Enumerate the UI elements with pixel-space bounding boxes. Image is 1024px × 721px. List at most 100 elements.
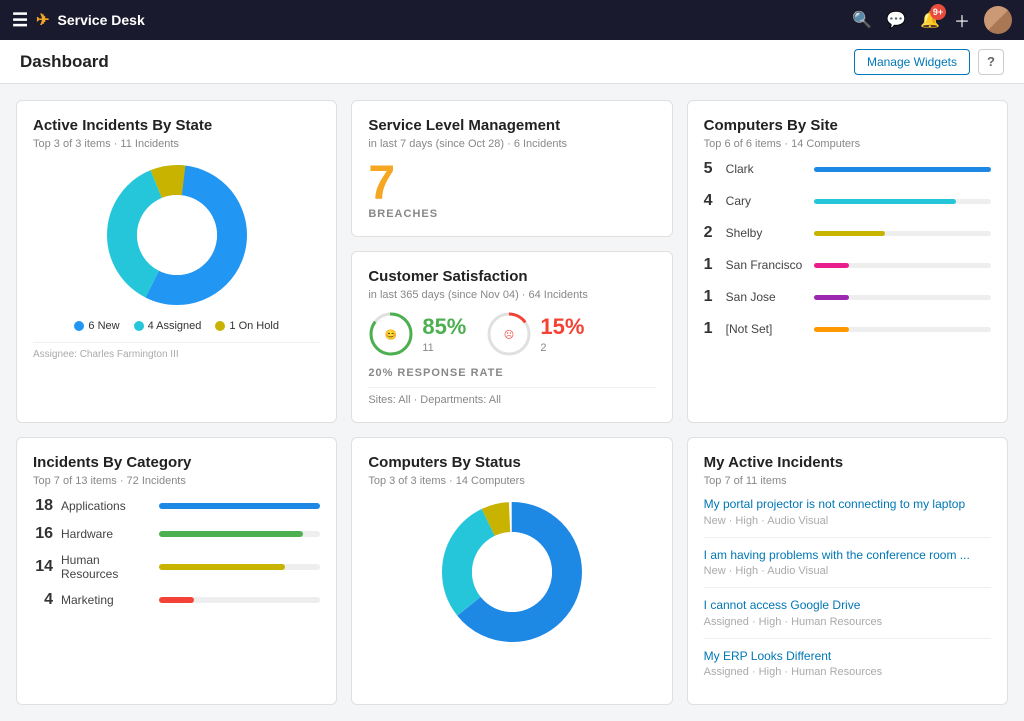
csat-subtitle: in last 365 days (since Nov 04) · 64 Inc…: [368, 289, 655, 301]
site-label-sj: San Jose: [726, 290, 806, 304]
site-label-cary: Cary: [726, 194, 806, 208]
csat-negative-pct: 15%: [540, 314, 584, 340]
incident-meta-3: Assigned · High · Human Resources: [704, 616, 991, 628]
incident-meta-1: New · High · Audio Visual: [704, 515, 991, 527]
category-num-applications: 18: [33, 497, 53, 515]
site-num-clark: 5: [704, 160, 718, 178]
csat-filters: Sites: All · Departments: All: [368, 387, 655, 406]
active-incidents-title: Active Incidents By State: [33, 117, 320, 134]
computers-by-status-title: Computers By Status: [368, 454, 655, 471]
site-row-sf: 1 San Francisco: [704, 256, 991, 274]
incidents-by-category-subtitle: Top 7 of 13 items · 72 Incidents: [33, 475, 320, 487]
csat-negative-circle: ☹: [486, 311, 532, 357]
category-bar-hardware: [159, 531, 320, 537]
my-active-incidents-subtitle: Top 7 of 11 items: [704, 475, 991, 487]
legend-onhold-label: 1 On Hold: [229, 320, 279, 332]
header-actions: Manage Widgets ?: [854, 49, 1004, 75]
incident-title-1[interactable]: My portal projector is not connecting to…: [704, 497, 991, 513]
plus-icon[interactable]: ＋: [954, 8, 970, 32]
donut-chart-wrap: 6 New 4 Assigned 1 On Hold: [33, 160, 320, 332]
legend-assigned-label: 4 Assigned: [148, 320, 202, 332]
svg-text:😊: 😊: [385, 329, 397, 341]
active-incidents-card: Active Incidents By State Top 3 of 3 ite…: [16, 100, 337, 423]
donut-chart-svg: [92, 160, 262, 310]
site-bar-sf: [814, 263, 991, 268]
brand-icon: ✈: [36, 10, 49, 30]
csat-footer: 20% RESPONSE RATE: [368, 367, 655, 379]
site-num-shelby: 2: [704, 224, 718, 242]
site-label-clark: Clark: [726, 162, 806, 176]
category-bar-marketing: [159, 597, 320, 603]
csat-negative-count: 2: [540, 342, 584, 354]
site-bar-clark: [814, 167, 991, 172]
category-bar-hr: [159, 564, 320, 570]
category-label-hr: Human Resources: [61, 553, 151, 581]
help-button[interactable]: ?: [978, 49, 1004, 75]
site-num-sf: 1: [704, 256, 718, 274]
svg-text:☹: ☹: [504, 329, 514, 341]
site-label-notset: [Not Set]: [726, 322, 806, 336]
search-icon[interactable]: 🔍: [852, 10, 872, 30]
brand: ☰ ✈ Service Desk: [12, 10, 842, 31]
bell-icon[interactable]: 🔔 9+: [920, 10, 940, 30]
site-row-notset: 1 [Not Set]: [704, 320, 991, 338]
bell-badge: 9+: [930, 4, 946, 20]
category-label-hardware: Hardware: [61, 527, 151, 541]
computers-by-site-list: 5 Clark 4 Cary 2 Shelby 1 San Francisco: [704, 160, 991, 338]
csat-positive-pct: 85%: [422, 314, 466, 340]
category-row-applications: 18 Applications: [33, 497, 320, 515]
slm-column: Service Level Management in last 7 days …: [351, 100, 672, 423]
site-row-sj: 1 San Jose: [704, 288, 991, 306]
hamburger-icon[interactable]: ☰: [12, 10, 28, 31]
slm-content: 7 BREACHES: [368, 160, 655, 220]
incident-title-4[interactable]: My ERP Looks Different: [704, 649, 991, 665]
site-label-sf: San Francisco: [726, 258, 806, 272]
csat-card: Customer Satisfaction in last 365 days (…: [351, 251, 672, 423]
incident-item-3: I cannot access Google Drive Assigned · …: [704, 598, 991, 639]
computers-by-site-card: Computers By Site Top 6 of 6 items · 14 …: [687, 100, 1008, 423]
legend-onhold: 1 On Hold: [215, 320, 279, 332]
active-incidents-subtitle: Top 3 of 3 items · 11 Incidents: [33, 138, 320, 150]
legend-assigned: 4 Assigned: [134, 320, 202, 332]
csat-row: 😊 85% 11 ☹ 15% 2: [368, 311, 655, 357]
computers-by-status-card: Computers By Status Top 3 of 3 items · 1…: [351, 437, 672, 705]
manage-widgets-button[interactable]: Manage Widgets: [854, 49, 970, 75]
legend-assigned-dot: [134, 321, 144, 331]
site-bar-notset: [814, 327, 991, 332]
site-bar-shelby: [814, 231, 991, 236]
category-num-hardware: 16: [33, 525, 53, 543]
incident-meta-4: Assigned · High · Human Resources: [704, 666, 991, 678]
site-num-sj: 1: [704, 288, 718, 306]
category-row-hr: 14 Human Resources: [33, 553, 320, 581]
category-num-hr: 14: [33, 558, 53, 576]
category-bar-applications: [159, 503, 320, 509]
incident-title-2[interactable]: I am having problems with the conference…: [704, 548, 991, 564]
computers-by-site-title: Computers By Site: [704, 117, 991, 134]
csat-title: Customer Satisfaction: [368, 268, 655, 285]
legend-new-dot: [74, 321, 84, 331]
site-num-notset: 1: [704, 320, 718, 338]
category-row-hardware: 16 Hardware: [33, 525, 320, 543]
csat-positive-count: 11: [422, 342, 466, 354]
incidents-by-category-title: Incidents By Category: [33, 454, 320, 471]
site-row-cary: 4 Cary: [704, 192, 991, 210]
my-active-incidents-list: My portal projector is not connecting to…: [704, 497, 991, 688]
slm-number: 7: [368, 160, 655, 208]
slm-card: Service Level Management in last 7 days …: [351, 100, 672, 237]
slm-label: BREACHES: [368, 208, 655, 220]
computers-donut-wrap: [368, 497, 655, 647]
legend-new-label: 6 New: [88, 320, 119, 332]
site-row-clark: 5 Clark: [704, 160, 991, 178]
legend-new: 6 New: [74, 320, 119, 332]
incident-title-3[interactable]: I cannot access Google Drive: [704, 598, 991, 614]
chat-icon[interactable]: 💬: [886, 10, 906, 30]
incident-item-4: My ERP Looks Different Assigned · High ·…: [704, 649, 991, 689]
site-label-shelby: Shelby: [726, 226, 806, 240]
donut-legend: 6 New 4 Assigned 1 On Hold: [74, 320, 279, 332]
avatar[interactable]: [984, 6, 1012, 34]
csat-positive-vals: 85% 11: [422, 314, 466, 354]
site-row-shelby: 2 Shelby: [704, 224, 991, 242]
site-num-cary: 4: [704, 192, 718, 210]
app-title: Service Desk: [58, 12, 145, 28]
page-title: Dashboard: [20, 52, 109, 72]
